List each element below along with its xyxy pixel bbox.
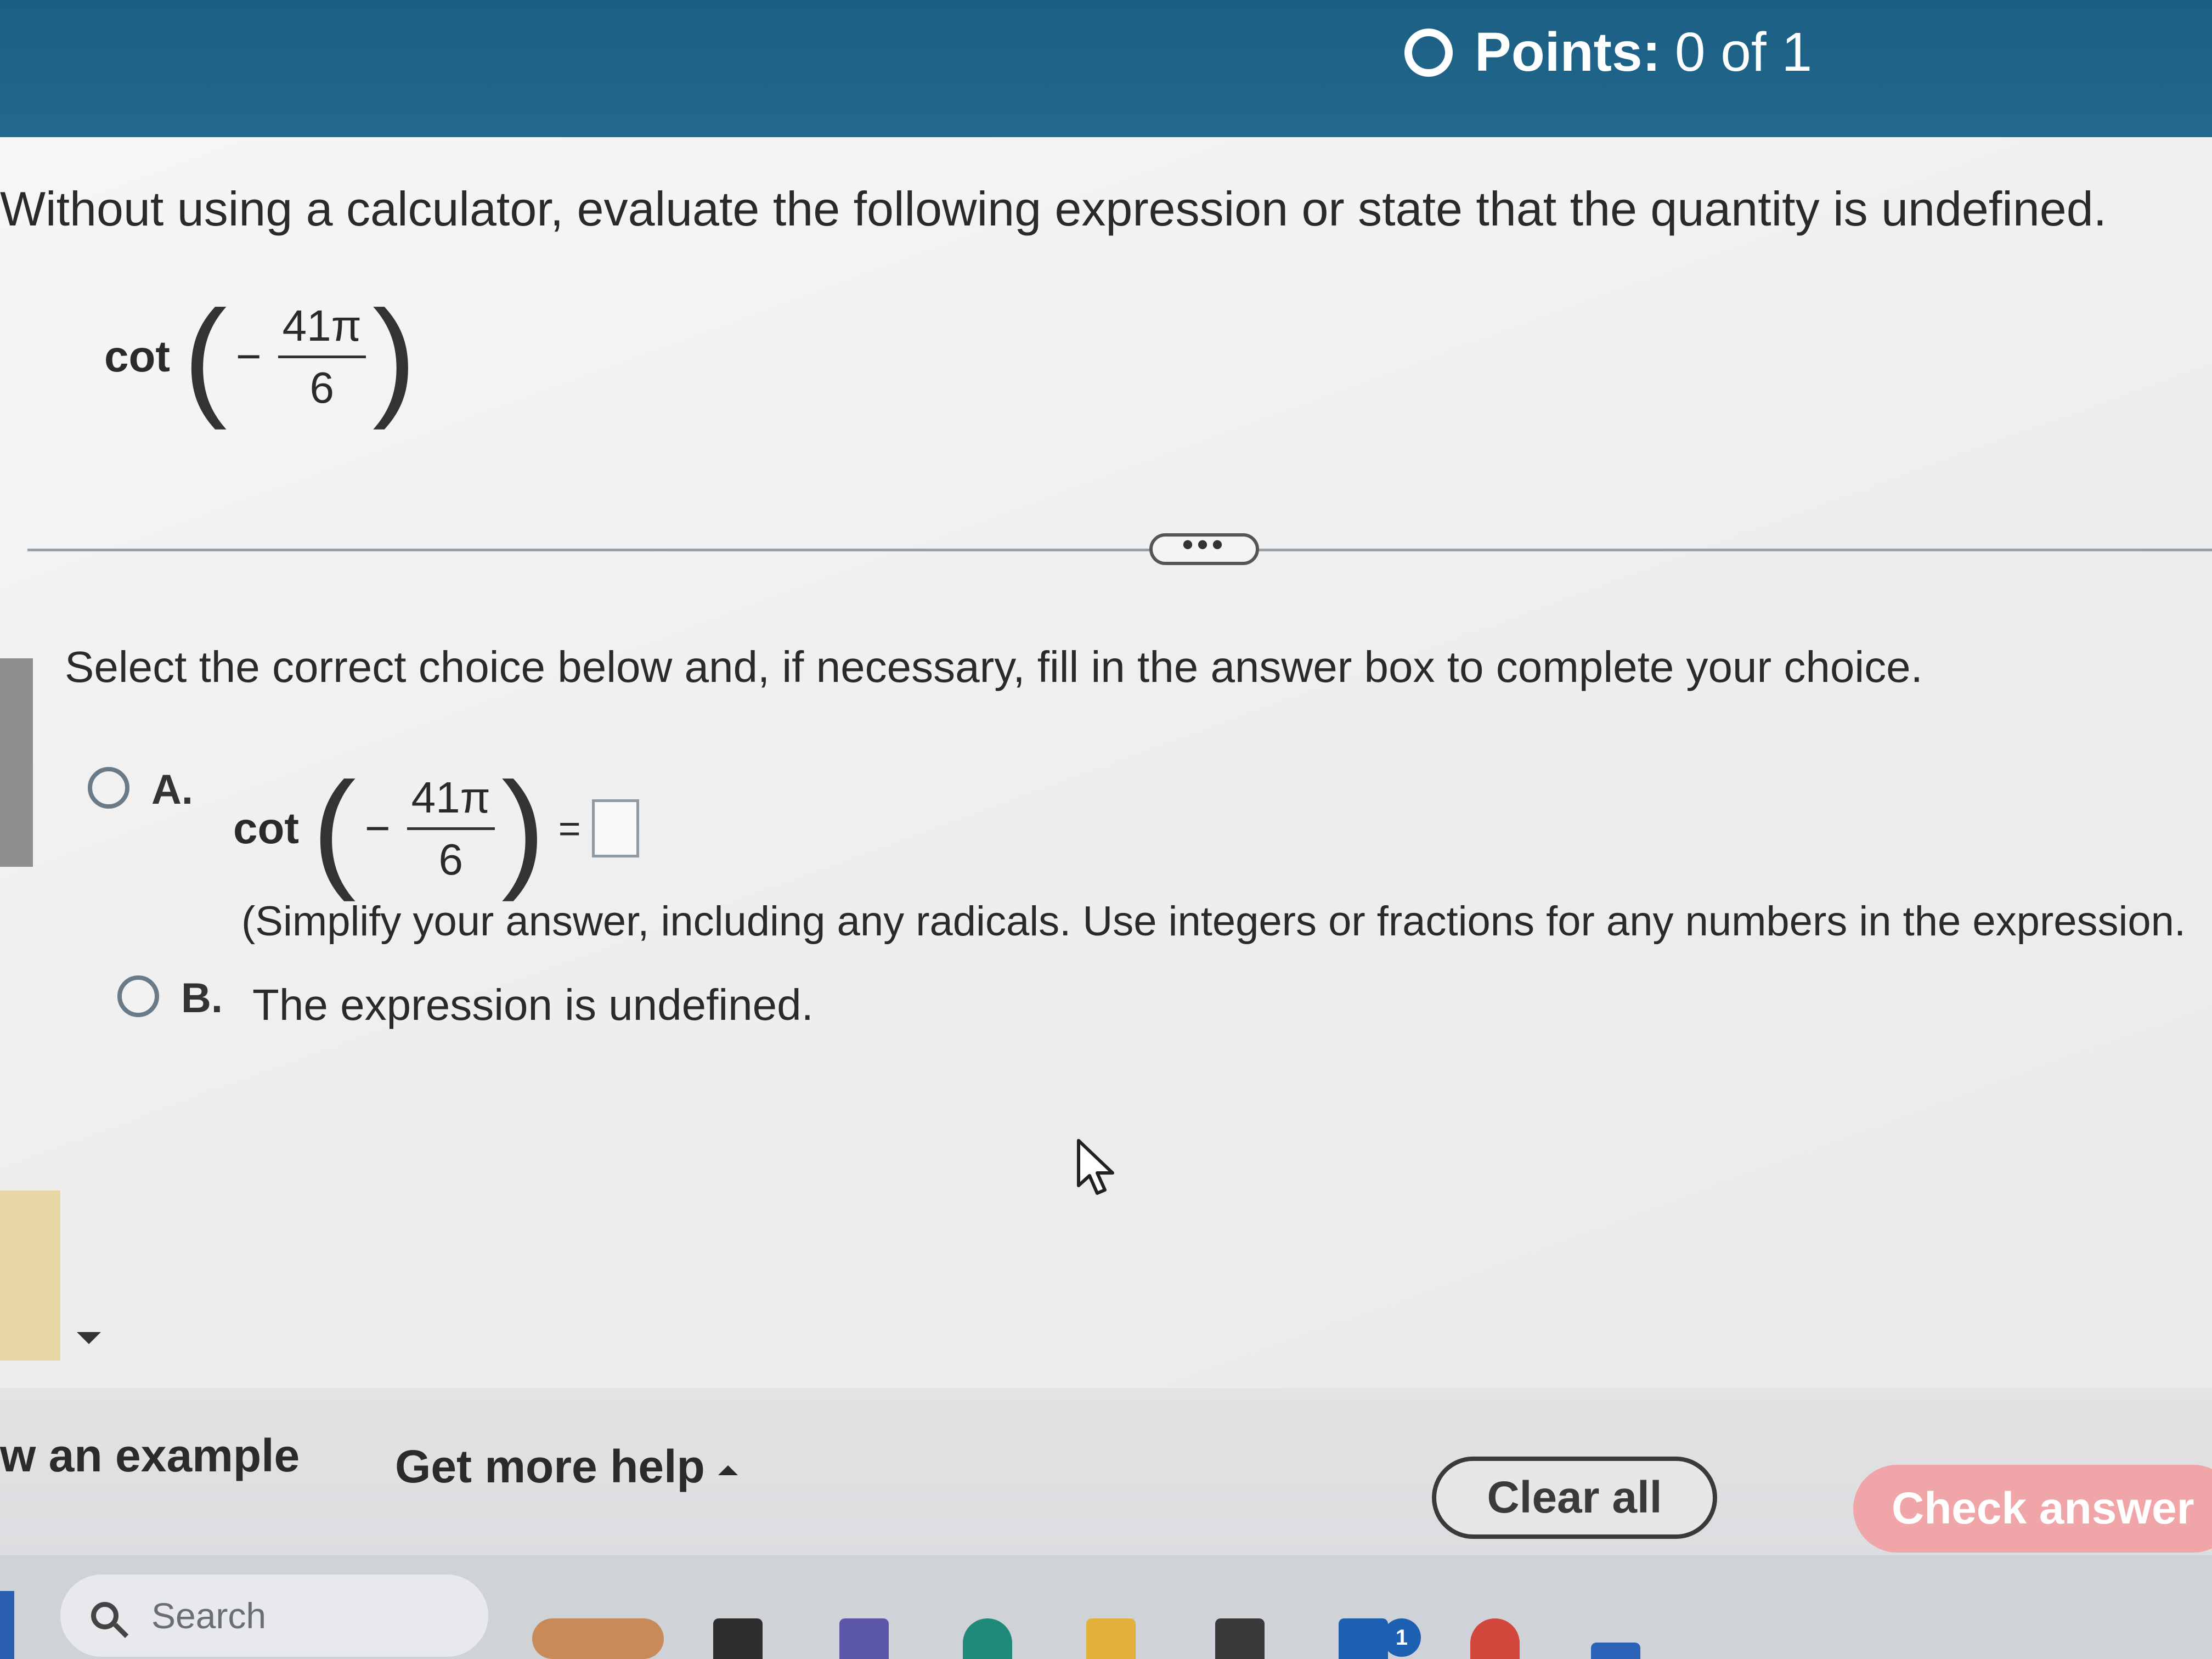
caret-down-icon[interactable] — [77, 1332, 101, 1344]
right-paren: ) — [372, 283, 416, 430]
view-example-link[interactable]: w an example — [0, 1429, 300, 1482]
clear-all-button[interactable]: Clear all — [1432, 1457, 1717, 1539]
expression-function: cot — [104, 332, 170, 381]
expand-more-button[interactable]: ••• — [1149, 528, 1259, 565]
points-indicator: Points: 0 of 1 — [1404, 21, 1812, 84]
fraction-bar — [278, 355, 366, 358]
mail-icon[interactable] — [1339, 1618, 1388, 1659]
answer-input-box[interactable] — [591, 799, 639, 857]
points-circle-icon — [1404, 28, 1453, 77]
choice-a-function: cot — [233, 804, 299, 853]
points-label: Points: — [1475, 21, 1661, 83]
app-icon[interactable] — [1591, 1643, 1640, 1659]
check-answer-button[interactable]: Check answer — [1853, 1465, 2212, 1553]
taskbar-widget-edge[interactable] — [0, 1591, 14, 1659]
answer-instruction: Select the correct choice below and, if … — [65, 642, 1923, 691]
left-paren: ( — [183, 283, 227, 430]
choice-a-hint: (Simplify your answer, including any rad… — [241, 898, 2186, 945]
fraction-denominator: 6 — [309, 363, 334, 412]
teams-meeting-icon[interactable] — [839, 1618, 889, 1659]
screen: Points: 0 of 1 Without using a calculato… — [0, 0, 2212, 1659]
search-icon — [91, 1602, 119, 1629]
left-edge-strip — [0, 658, 33, 867]
expression-sign: − — [235, 332, 262, 381]
choice-a-right-paren: ) — [501, 755, 545, 902]
get-more-help-label: Get more help — [395, 1441, 705, 1492]
fraction-numerator: 41π — [282, 301, 362, 350]
choice-b-letter: B. — [181, 975, 223, 1022]
choice-a-sign: − — [364, 804, 391, 853]
choice-a-equals: = — [558, 807, 581, 850]
caret-up-icon — [718, 1465, 738, 1475]
choice-b-radio[interactable] — [117, 975, 159, 1017]
choice-a-letter: A. — [151, 766, 193, 813]
choice-a-left-paren: ( — [312, 755, 356, 902]
question-expression: cot ( − 41π 6 ) — [104, 291, 416, 422]
store-icon[interactable] — [1215, 1618, 1265, 1659]
get-more-help-link[interactable]: Get more help — [395, 1440, 738, 1493]
choice-a-expression: cot ( − 41π 6 ) = — [233, 763, 639, 894]
file-explorer-icon[interactable] — [1086, 1618, 1136, 1659]
section-divider — [27, 549, 2212, 551]
notification-badge: 1 — [1383, 1618, 1421, 1657]
choice-a-numerator: 41π — [411, 772, 490, 822]
choice-b-text: The expression is undefined. — [252, 980, 814, 1029]
points-value: 0 of 1 — [1674, 21, 1813, 83]
side-tab-highlight — [0, 1190, 60, 1361]
taskbar-search-placeholder: Search — [151, 1595, 267, 1636]
choice-a-radio[interactable] — [88, 767, 129, 809]
choice-a-denominator: 6 — [438, 834, 463, 884]
question-prompt: Without using a calculator, evaluate the… — [0, 182, 2107, 236]
search-highlight-icon[interactable] — [532, 1618, 664, 1659]
expression-fraction: 41π 6 — [278, 301, 366, 412]
task-view-icon[interactable] — [713, 1618, 763, 1659]
taskbar-search-box[interactable]: Search — [60, 1575, 488, 1657]
choice-a-fraction-bar — [407, 827, 495, 830]
mouse-pointer-icon — [1077, 1139, 1114, 1195]
choice-a-fraction: 41π 6 — [407, 772, 495, 884]
